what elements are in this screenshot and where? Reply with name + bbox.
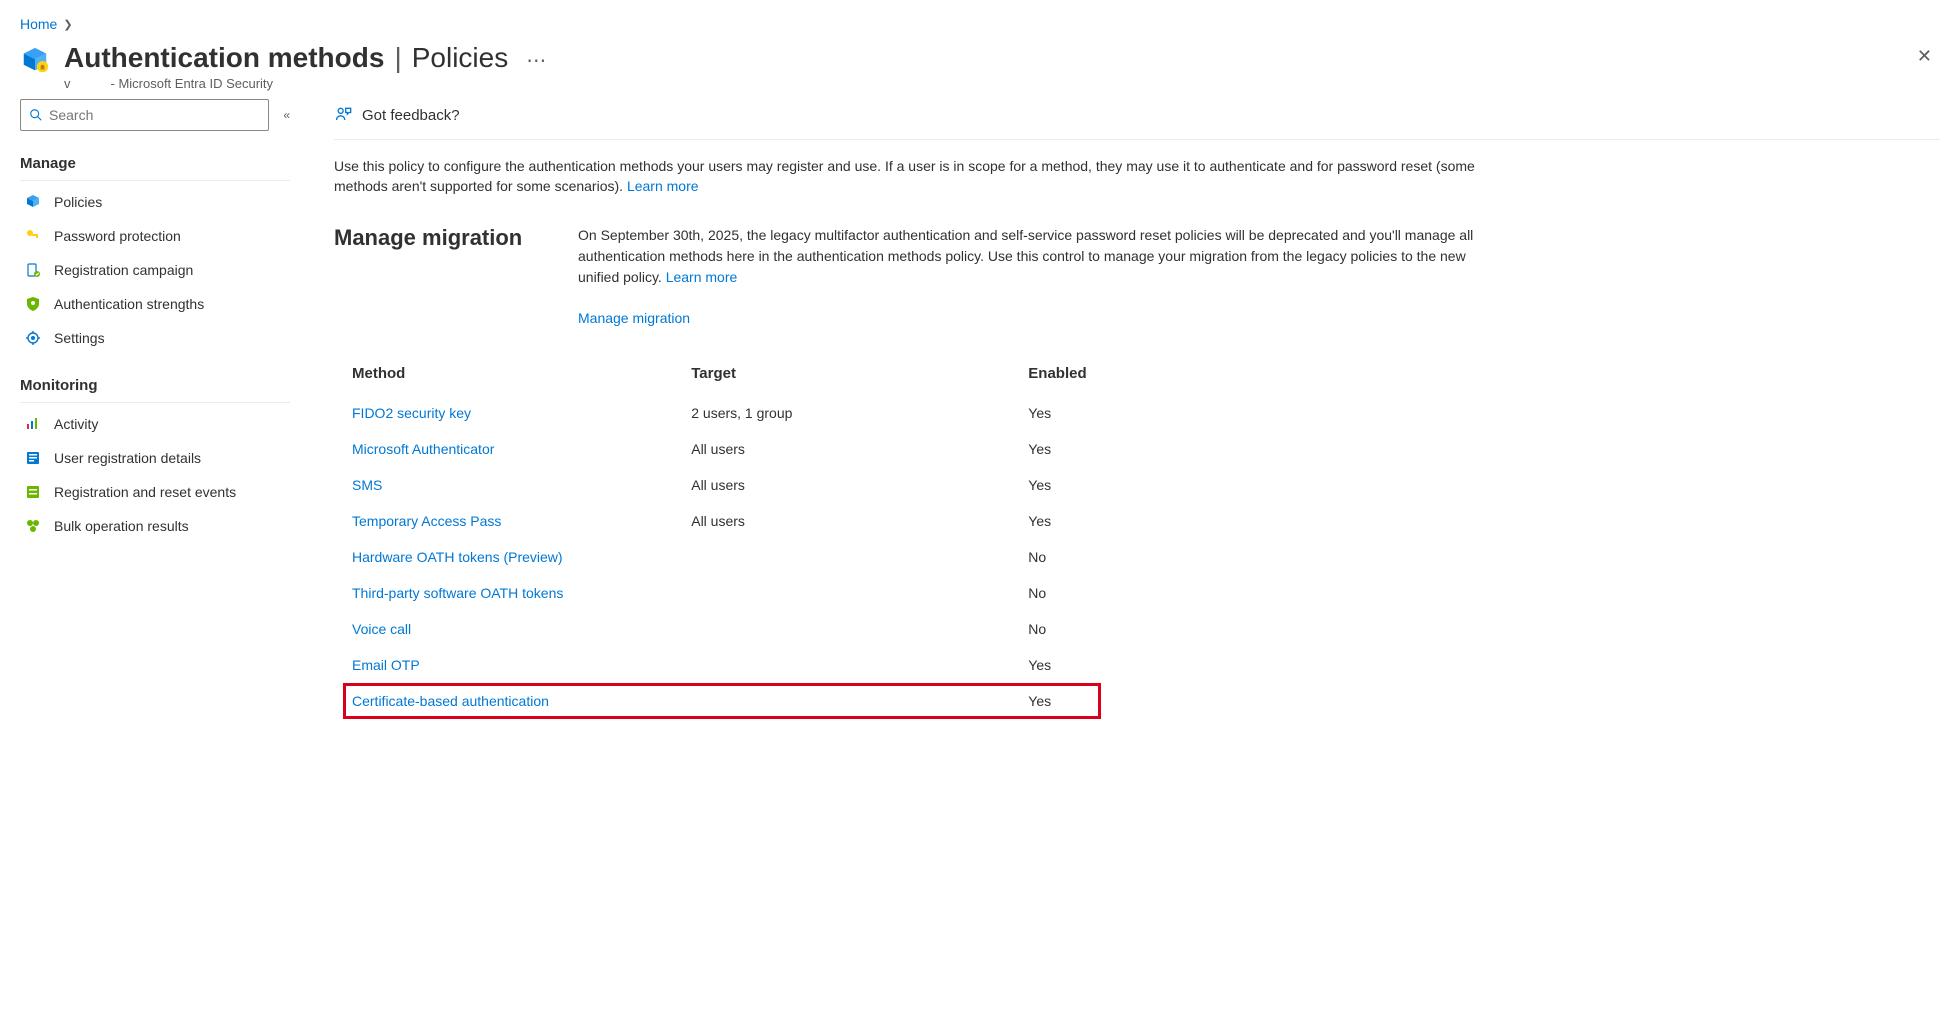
activity-icon: [24, 415, 42, 433]
manage-migration-link[interactable]: Manage migration: [578, 308, 690, 329]
enabled-cell: No: [1020, 576, 1100, 610]
sidebar-item-activity[interactable]: Activity: [20, 407, 290, 441]
search-input[interactable]: [49, 107, 260, 123]
method-link[interactable]: Hardware OATH tokens (Preview): [352, 549, 563, 565]
target-cell: [683, 648, 1018, 682]
method-link[interactable]: Temporary Access Pass: [352, 513, 501, 529]
sidebar-item-label: Bulk operation results: [54, 518, 189, 534]
sidebar-item-bulk-operation-results[interactable]: Bulk operation results: [20, 509, 290, 543]
learn-more-link[interactable]: Learn more: [627, 178, 699, 194]
sidebar-item-password-protection[interactable]: Password protection: [20, 219, 290, 253]
page-icon: [20, 42, 50, 79]
table-row: Voice call No: [344, 612, 1100, 646]
table-row: Temporary Access Pass All usersYes: [344, 504, 1100, 538]
campaign-icon: [24, 261, 42, 279]
target-cell: All users: [683, 432, 1018, 466]
nav-group-manage: Manage: [20, 149, 290, 181]
table-row: Email OTP Yes: [344, 648, 1100, 682]
table-row: Third-party software OATH tokens No: [344, 576, 1100, 610]
userreg-icon: [24, 449, 42, 467]
migration-learn-more-link[interactable]: Learn more: [666, 269, 738, 285]
enabled-cell: No: [1020, 612, 1100, 646]
enabled-cell: Yes: [1020, 396, 1100, 430]
sidebar-item-label: Activity: [54, 416, 98, 432]
sidebar-item-policies[interactable]: Policies: [20, 185, 290, 219]
more-icon[interactable]: ⋯: [526, 51, 546, 71]
feedback-icon: [334, 105, 354, 125]
page-title: Authentication methods | Policies ⋯: [64, 42, 1895, 74]
target-cell: [683, 612, 1018, 646]
col-header-target: Target: [683, 355, 1018, 394]
sidebar-item-label: User registration details: [54, 450, 201, 466]
methods-table: Method Target Enabled FIDO2 security key…: [342, 353, 1102, 720]
sidebar-item-label: Policies: [54, 194, 102, 210]
breadcrumb-home[interactable]: Home: [20, 16, 57, 32]
close-icon[interactable]: ✕: [1909, 42, 1940, 71]
enabled-cell: Yes: [1020, 684, 1100, 718]
method-link[interactable]: Email OTP: [352, 657, 420, 673]
enabled-cell: Yes: [1020, 432, 1100, 466]
sidebar-item-settings[interactable]: Settings: [20, 321, 290, 355]
col-header-enabled: Enabled: [1020, 355, 1100, 394]
search-icon: [29, 108, 43, 122]
table-row: Certificate-based authentication Yes: [344, 684, 1100, 718]
key-icon: [24, 227, 42, 245]
col-header-method: Method: [344, 355, 681, 394]
table-row: Microsoft Authenticator All usersYes: [344, 432, 1100, 466]
table-row: Hardware OATH tokens (Preview) No: [344, 540, 1100, 574]
chevron-right-icon: ❯: [63, 18, 72, 31]
sidebar-item-label: Registration campaign: [54, 262, 193, 278]
method-link[interactable]: FIDO2 security key: [352, 405, 471, 421]
method-link[interactable]: Third-party software OATH tokens: [352, 585, 563, 601]
sidebar-item-label: Authentication strengths: [54, 296, 204, 312]
gear-icon: [24, 329, 42, 347]
policy-description: Use this policy to configure the authent…: [334, 156, 1484, 197]
method-link[interactable]: Voice call: [352, 621, 411, 637]
migration-heading: Manage migration: [334, 225, 542, 329]
table-row: FIDO2 security key 2 users, 1 groupYes: [344, 396, 1100, 430]
nav-group-monitoring: Monitoring: [20, 371, 290, 403]
sidebar-item-label: Password protection: [54, 228, 181, 244]
method-link[interactable]: SMS: [352, 477, 382, 493]
target-cell: [683, 684, 1018, 718]
sidebar-item-label: Settings: [54, 330, 105, 346]
target-cell: 2 users, 1 group: [683, 396, 1018, 430]
sidebar-item-registration-campaign[interactable]: Registration campaign: [20, 253, 290, 287]
method-link[interactable]: Microsoft Authenticator: [352, 441, 494, 457]
sidebar-item-authentication-strengths[interactable]: Authentication strengths: [20, 287, 290, 321]
sidebar-item-registration-and-reset-events[interactable]: Registration and reset events: [20, 475, 290, 509]
regreset-icon: [24, 483, 42, 501]
policies-icon: [24, 193, 42, 211]
sidebar-item-user-registration-details[interactable]: User registration details: [20, 441, 290, 475]
table-row: SMS All usersYes: [344, 468, 1100, 502]
enabled-cell: No: [1020, 540, 1100, 574]
target-cell: All users: [683, 504, 1018, 538]
page-subtitle: v- Microsoft Entra ID Security: [64, 76, 1895, 91]
breadcrumb: Home ❯: [20, 16, 1940, 32]
target-cell: [683, 540, 1018, 574]
collapse-sidebar-icon[interactable]: «: [283, 108, 290, 122]
enabled-cell: Yes: [1020, 468, 1100, 502]
bulk-icon: [24, 517, 42, 535]
target-cell: [683, 576, 1018, 610]
enabled-cell: Yes: [1020, 504, 1100, 538]
shield-icon: [24, 295, 42, 313]
search-input-wrapper[interactable]: [20, 99, 269, 131]
method-link[interactable]: Certificate-based authentication: [352, 693, 549, 709]
feedback-button[interactable]: Got feedback?: [334, 105, 460, 125]
sidebar-item-label: Registration and reset events: [54, 484, 236, 500]
target-cell: All users: [683, 468, 1018, 502]
enabled-cell: Yes: [1020, 648, 1100, 682]
migration-text: On September 30th, 2025, the legacy mult…: [578, 225, 1508, 288]
